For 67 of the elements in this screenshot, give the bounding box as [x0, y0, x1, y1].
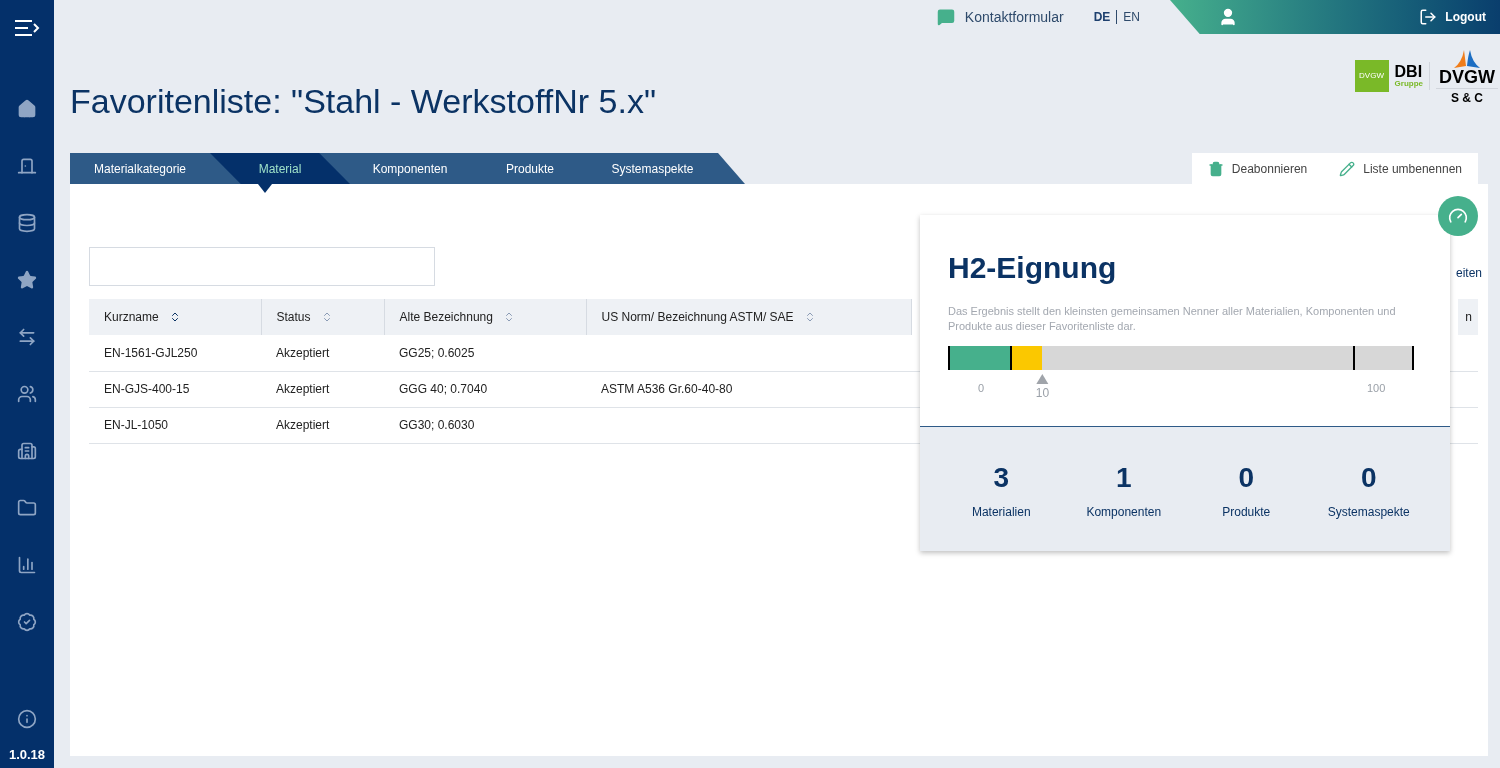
- scale-label: 0: [978, 381, 985, 396]
- table-cell: Akzeptiert: [261, 335, 384, 371]
- table-cell: GG30; 0.6030: [384, 407, 586, 443]
- table-cell: GGG 40; 0.7040: [384, 371, 586, 407]
- language-link[interactable]: EN: [1123, 8, 1140, 26]
- stat-value: 0: [1360, 461, 1377, 495]
- language-link[interactable]: DE: [1093, 8, 1111, 26]
- search-field[interactable]: [89, 247, 435, 286]
- bar-chart-icon[interactable]: [17, 555, 37, 575]
- selected-tab-pointer: [258, 184, 272, 193]
- marker-icon: [1036, 374, 1049, 384]
- column-header[interactable]: Status: [261, 299, 384, 335]
- door-icon[interactable]: [17, 156, 37, 176]
- stat-label: Komponenten: [1086, 504, 1162, 521]
- logout-button[interactable]: Logout: [1419, 8, 1486, 26]
- column-header[interactable]: US Norm/ Bezeichnung ASTM/ SAE: [586, 299, 911, 335]
- popup-description: Das Ergebnis stellt den kleinsten gemeinsamen Nenner aller Materialien, Komponenten und Produkte aus dieser Favoritenliste dar.: [948, 304, 1397, 334]
- tab[interactable]: Komponenten: [350, 153, 470, 184]
- star-icon[interactable]: [17, 270, 37, 290]
- tab[interactable]: Materialkategorie: [70, 153, 210, 184]
- building-icon[interactable]: [17, 441, 37, 461]
- stat-value: 3: [993, 461, 1010, 495]
- column-header[interactable]: n: [1458, 299, 1478, 335]
- logo-text: DVGW: [1359, 70, 1384, 82]
- table-cell: EN-GJS-400-15: [89, 371, 261, 407]
- gauge-icon: [1448, 206, 1468, 226]
- table-cell: EN-JL-1050: [89, 407, 261, 443]
- logo-text: DVGW: [1439, 68, 1495, 86]
- table-cell: EN-1561-GJL250: [89, 335, 261, 371]
- edit-link[interactable]: eiten: [1455, 264, 1482, 282]
- column-header[interactable]: Kurzname: [89, 299, 261, 335]
- trash-icon: [1207, 160, 1224, 177]
- database-icon[interactable]: [17, 213, 37, 233]
- logo-text: S & C: [1436, 88, 1498, 104]
- logout-icon: [1419, 8, 1438, 26]
- info-icon[interactable]: [17, 708, 37, 729]
- stat-label: Materialien: [971, 504, 1031, 521]
- scale-label: 10: [1035, 385, 1050, 402]
- page-title: Favoritenliste: "Stahl - WerkstoffNr 5.x": [70, 81, 656, 122]
- swap-arrows-icon[interactable]: [17, 327, 37, 347]
- pencil-icon: [1339, 160, 1356, 177]
- home-icon[interactable]: [17, 99, 37, 119]
- version-label: 1.0.18: [8, 745, 46, 764]
- badge-icon[interactable]: [17, 612, 37, 632]
- table-cell: Akzeptiert: [261, 371, 384, 407]
- stat-value: 0: [1238, 461, 1255, 495]
- people-icon[interactable]: [17, 384, 37, 404]
- contact-link[interactable]: Kontaktformular: [964, 6, 1064, 28]
- tab[interactable]: Produkte: [470, 153, 590, 184]
- logo-text: Gruppe: [1394, 80, 1423, 88]
- user-icon[interactable]: [1218, 7, 1238, 27]
- menu-icon[interactable]: [14, 19, 40, 37]
- stat-label: Produkte: [1222, 504, 1271, 521]
- tab[interactable]: Systemaspekte: [590, 153, 715, 184]
- folder-icon[interactable]: [17, 498, 37, 518]
- tab[interactable]: Material: [210, 153, 350, 184]
- logo-text: DBI: [1394, 64, 1423, 80]
- table-cell: GG25; 0.6025: [384, 335, 586, 371]
- stat-label: Systemaspekte: [1327, 504, 1410, 521]
- scale-label: 100: [1367, 381, 1386, 396]
- popup-title: H2-Eignung: [948, 250, 1118, 286]
- column-header[interactable]: Alte Bezeichnung: [384, 299, 586, 335]
- unsubscribe-button[interactable]: Deabonnieren: [1191, 153, 1324, 184]
- rename-button[interactable]: Liste umbenennen: [1323, 153, 1478, 184]
- table-cell: ASTM A536 Gr.60-40-80: [586, 371, 911, 407]
- stat-value: 1: [1115, 461, 1132, 495]
- table-cell: Akzeptiert: [261, 407, 384, 443]
